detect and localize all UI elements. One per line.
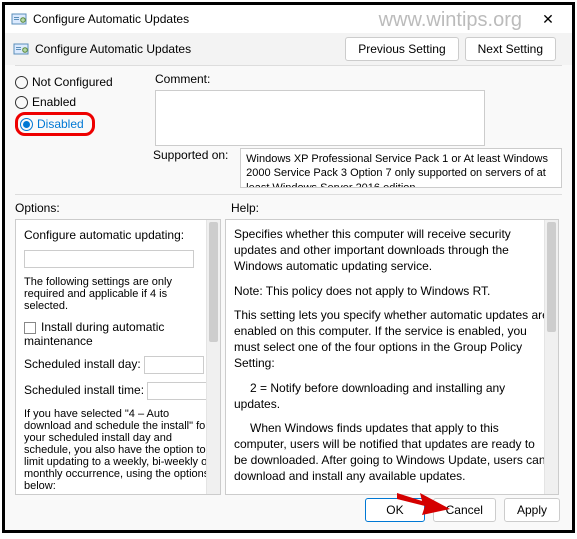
radio-icon [15,76,28,89]
next-setting-button[interactable]: Next Setting [465,37,556,61]
comment-input[interactable] [155,90,485,146]
radio-disabled[interactable]: Disabled [15,112,95,136]
help-text: This setting lets you specify whether au… [234,307,550,372]
help-text: 2 = Notify before downloading and instal… [234,380,550,412]
radio-not-configured[interactable]: Not Configured [15,72,155,92]
cancel-button[interactable]: Cancel [433,498,496,522]
scrollbar-thumb[interactable] [209,222,218,342]
options-label: Options: [15,201,231,215]
help-label: Help: [231,201,259,215]
supported-on-text: Windows XP Professional Service Pack 1 o… [240,148,562,188]
options-pane: Configure automatic updating: The follow… [15,219,221,495]
help-pane: Specifies whether this computer will rec… [225,219,559,495]
ok-button[interactable]: OK [365,498,424,522]
options-para: If you have selected "4 – Auto download … [24,408,212,492]
state-radios: Not Configured Enabled Disabled [15,72,155,146]
help-text: When Windows finds updates that apply to… [234,420,550,485]
previous-setting-button[interactable]: Previous Setting [345,37,458,61]
checkbox-icon [24,322,36,334]
options-note: The following settings are only required… [24,276,212,312]
policy-name: Configure Automatic Updates [35,42,345,56]
radio-label: Enabled [32,95,76,109]
policy-icon [11,11,27,27]
options-scrollbar[interactable] [206,220,220,494]
help-scrollbar[interactable] [544,220,558,494]
dialog-window: Configure Automatic Updates ✕ www.wintip… [2,2,575,533]
comment-label: Comment: [155,72,245,86]
radio-label: Disabled [37,117,84,131]
radio-label: Not Configured [32,75,113,89]
scheduled-time-label: Scheduled install time: [24,383,144,397]
help-text: Note: This policy does not apply to Wind… [234,283,550,299]
scrollbar-thumb[interactable] [547,222,556,332]
window-title: Configure Automatic Updates [33,12,528,26]
scheduled-day-label: Scheduled install day: [24,357,141,371]
subheader: Configure Automatic Updates Previous Set… [5,33,572,65]
help-text: Specifies whether this computer will rec… [234,226,550,275]
configure-updating-label: Configure automatic updating: [24,228,212,242]
scheduled-time-select[interactable] [147,382,207,400]
apply-button[interactable]: Apply [504,498,560,522]
policy-icon [13,41,29,57]
radio-icon [15,96,28,109]
install-maintenance-checkbox[interactable]: Install during automatic maintenance [24,320,212,348]
checkbox-label: Install during automatic maintenance [24,320,164,348]
close-button[interactable]: ✕ [528,11,568,28]
titlebar: Configure Automatic Updates ✕ [5,5,572,33]
configure-updating-select[interactable] [24,250,194,268]
dialog-buttons: OK Cancel Apply [365,498,560,522]
supported-on-label: Supported on: [153,148,240,162]
radio-enabled[interactable]: Enabled [15,92,155,112]
help-text: 3 = (Default setting) Download the updat… [234,493,550,495]
radio-icon [20,118,33,131]
scheduled-day-select[interactable] [144,356,204,374]
